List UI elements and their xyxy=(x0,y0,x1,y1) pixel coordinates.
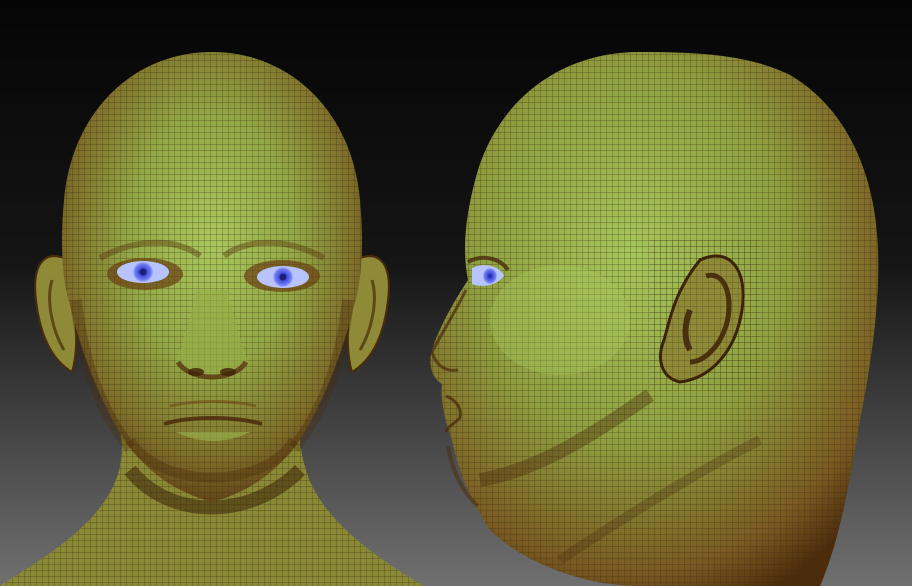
render-canvas xyxy=(0,0,912,586)
side-ear xyxy=(650,240,760,390)
front-left-eye xyxy=(117,261,169,283)
scene xyxy=(0,0,912,586)
front-right-eye xyxy=(257,266,309,288)
